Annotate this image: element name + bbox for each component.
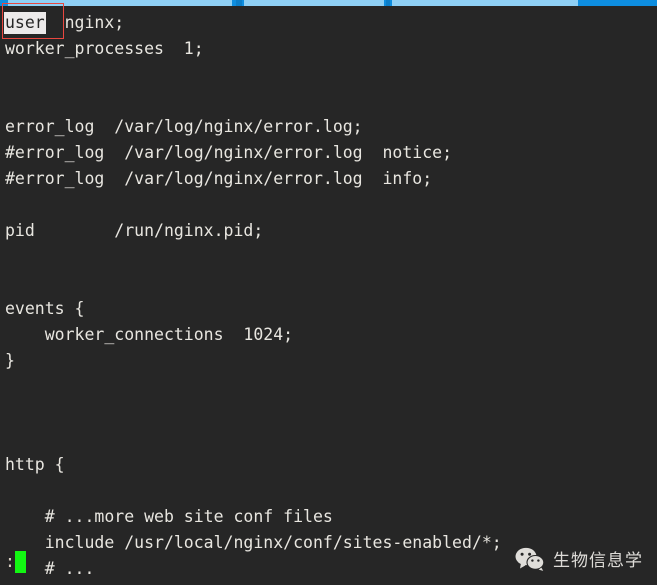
code-line: include /usr/local/nginx/conf/sites-enab… — [5, 533, 502, 552]
watermark-text: 生物信息学 — [553, 551, 643, 571]
text-cursor — [15, 551, 26, 573]
code-line: user nginx; — [4, 10, 502, 36]
terminal-window[interactable]: user nginx; worker_processes 1; error_log … — [0, 6, 657, 585]
wechat-icon — [515, 547, 545, 571]
code-line: # ...more web site conf files — [5, 507, 333, 526]
code-line: http { — [5, 455, 65, 474]
code-line: # ... — [5, 559, 95, 578]
screenshot-root: user nginx; worker_processes 1; error_log … — [0, 0, 657, 585]
command-prompt-colon: : — [5, 552, 15, 571]
code-line: pid /run/nginx.pid; — [5, 221, 264, 240]
code-line: #error_log /var/log/nginx/error.log info… — [5, 169, 433, 188]
code-line: events { — [5, 299, 85, 318]
code-line-text: nginx; — [44, 13, 125, 32]
code-line: #error_log /var/log/nginx/error.log noti… — [5, 143, 453, 162]
code-line: } — [5, 351, 15, 370]
code-line: error_log /var/log/nginx/error.log; — [5, 117, 363, 136]
wechat-watermark: 生物信息学 — [515, 546, 643, 571]
search-match-highlight[interactable]: user — [4, 12, 46, 34]
code-line: worker_connections 1024; — [5, 325, 294, 344]
vim-command-line[interactable]: : — [5, 551, 26, 573]
code-line: worker_processes 1; — [5, 39, 204, 58]
vim-buffer[interactable]: user nginx; worker_processes 1; error_log … — [4, 10, 502, 582]
